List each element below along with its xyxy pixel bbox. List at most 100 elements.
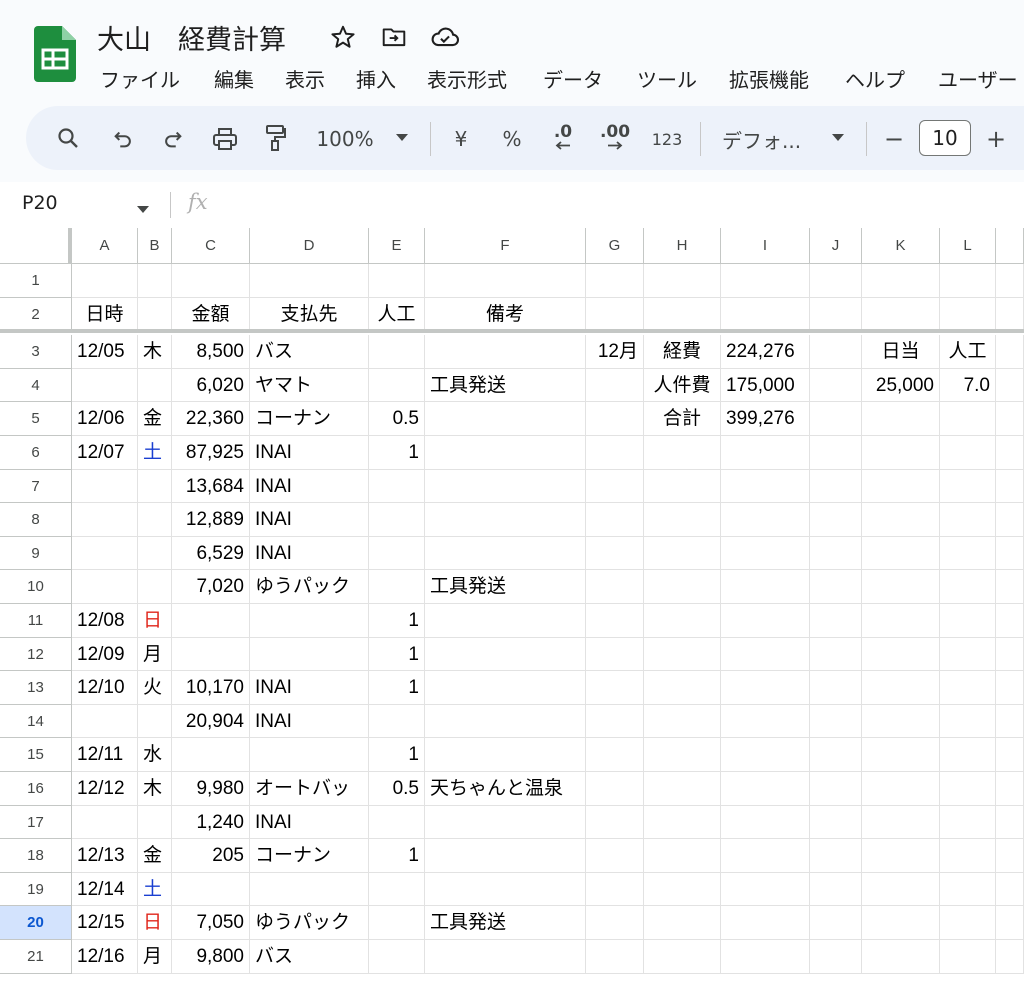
cell-k6[interactable] xyxy=(862,436,940,470)
cell-d16[interactable]: オートバッ xyxy=(250,772,369,806)
select-all-corner[interactable] xyxy=(0,228,72,264)
cell-l18[interactable] xyxy=(940,839,996,873)
cell-h4[interactable]: 人件費 xyxy=(644,368,721,403)
cell-j19[interactable] xyxy=(810,872,862,907)
cell-l20[interactable] xyxy=(940,906,996,940)
cell-k8[interactable] xyxy=(862,503,940,537)
cell-g20[interactable] xyxy=(586,906,644,940)
cell-a16[interactable]: 12/12 xyxy=(72,772,138,806)
row-header-5[interactable]: 5 xyxy=(0,402,72,436)
cell-l1[interactable] xyxy=(940,264,996,298)
menu-file[interactable]: ファイル xyxy=(100,64,180,93)
cell-l8[interactable] xyxy=(940,503,996,537)
row-header-11[interactable]: 11 xyxy=(0,604,72,638)
cell-f16[interactable]: 天ちゃんと温泉 xyxy=(425,772,586,806)
cell-k10[interactable] xyxy=(862,570,940,604)
cell-f10[interactable]: 工具発送 xyxy=(425,570,586,604)
cell-f6[interactable] xyxy=(425,436,586,470)
cell-f12[interactable] xyxy=(425,637,586,672)
cell-m18[interactable] xyxy=(996,839,1024,873)
cell-j11[interactable] xyxy=(810,604,862,638)
cell-i3[interactable]: 224,276 xyxy=(721,335,810,369)
formula-input[interactable] xyxy=(230,192,1010,218)
cell-j16[interactable] xyxy=(810,772,862,806)
cell-j17[interactable] xyxy=(810,805,862,840)
column-header-i[interactable]: I xyxy=(721,228,810,264)
cell-k9[interactable] xyxy=(862,536,940,571)
cell-k13[interactable] xyxy=(862,671,940,705)
cell-a13[interactable]: 12/10 xyxy=(72,671,138,705)
cell-h20[interactable] xyxy=(644,906,721,940)
cell-k21[interactable] xyxy=(862,940,940,974)
cell-c21[interactable]: 9,800 xyxy=(172,940,250,974)
menu-view[interactable]: 表示 xyxy=(285,64,325,93)
move-folder-icon[interactable] xyxy=(379,22,409,52)
cell-c6[interactable]: 87,925 xyxy=(172,436,250,470)
cell-b10[interactable] xyxy=(138,570,172,604)
currency-format-button[interactable]: ¥ xyxy=(448,124,474,154)
cell-d12[interactable] xyxy=(250,637,369,672)
cell-a5[interactable]: 12/06 xyxy=(72,402,138,436)
cell-d14[interactable]: INAI xyxy=(250,704,369,739)
row-header-19[interactable]: 19 xyxy=(0,872,72,907)
cell-j3[interactable] xyxy=(810,335,862,369)
font-size-increase-button[interactable]: + xyxy=(982,124,1010,154)
cell-b21[interactable]: 月 xyxy=(138,940,172,974)
cell-e11[interactable]: 1 xyxy=(369,604,425,638)
cell-l7[interactable] xyxy=(940,469,996,504)
cell-d13[interactable]: INAI xyxy=(250,671,369,705)
column-header-e[interactable]: E xyxy=(369,228,425,264)
menu-data[interactable]: データ xyxy=(543,64,603,93)
cell-e15[interactable]: 1 xyxy=(369,738,425,772)
cell-m9[interactable] xyxy=(996,536,1024,571)
cell-m11[interactable] xyxy=(996,604,1024,638)
cell-a9[interactable] xyxy=(72,536,138,571)
cell-i9[interactable] xyxy=(721,536,810,571)
cell-g14[interactable] xyxy=(586,704,644,739)
cell-d9[interactable]: INAI xyxy=(250,536,369,571)
cell-i14[interactable] xyxy=(721,704,810,739)
cell-i5[interactable]: 399,276 xyxy=(721,402,810,436)
search-icon[interactable] xyxy=(52,122,84,154)
cell-h19[interactable] xyxy=(644,872,721,907)
cell-b16[interactable]: 木 xyxy=(138,772,172,806)
cell-k15[interactable] xyxy=(862,738,940,772)
font-dropdown-icon[interactable] xyxy=(828,128,848,148)
cell-a10[interactable] xyxy=(72,570,138,604)
cell-e19[interactable] xyxy=(369,872,425,907)
cell-h15[interactable] xyxy=(644,738,721,772)
cell-l17[interactable] xyxy=(940,805,996,840)
cell-g11[interactable] xyxy=(586,604,644,638)
cell-l21[interactable] xyxy=(940,940,996,974)
cell-l6[interactable] xyxy=(940,436,996,470)
cell-i18[interactable] xyxy=(721,839,810,873)
cell-h3[interactable]: 経費 xyxy=(644,335,721,369)
cell-i19[interactable] xyxy=(721,872,810,907)
cell-c9[interactable]: 6,529 xyxy=(172,536,250,571)
cell-k7[interactable] xyxy=(862,469,940,504)
cell-g19[interactable] xyxy=(586,872,644,907)
cell-l19[interactable] xyxy=(940,872,996,907)
cell-a11[interactable]: 12/08 xyxy=(72,604,138,638)
cell-e12[interactable]: 1 xyxy=(369,637,425,672)
cell-k19[interactable] xyxy=(862,872,940,907)
cell-j12[interactable] xyxy=(810,637,862,672)
cell-e17[interactable] xyxy=(369,805,425,840)
cell-e2[interactable]: 人工 xyxy=(369,297,425,332)
cell-c5[interactable]: 22,360 xyxy=(172,402,250,436)
cell-h7[interactable] xyxy=(644,469,721,504)
cell-c19[interactable] xyxy=(172,872,250,907)
cell-j4[interactable] xyxy=(810,368,862,403)
cell-m14[interactable] xyxy=(996,704,1024,739)
cell-c13[interactable]: 10,170 xyxy=(172,671,250,705)
cell-b19[interactable]: 土 xyxy=(138,872,172,907)
cell-m8[interactable] xyxy=(996,503,1024,537)
cell-m13[interactable] xyxy=(996,671,1024,705)
cell-i4[interactable]: 175,000 xyxy=(721,368,810,403)
cell-f13[interactable] xyxy=(425,671,586,705)
cell-h11[interactable] xyxy=(644,604,721,638)
menu-user[interactable]: ユーザー xyxy=(938,64,1018,93)
menu-insert[interactable]: 挿入 xyxy=(356,64,396,93)
cell-l10[interactable] xyxy=(940,570,996,604)
cell-l9[interactable] xyxy=(940,536,996,571)
